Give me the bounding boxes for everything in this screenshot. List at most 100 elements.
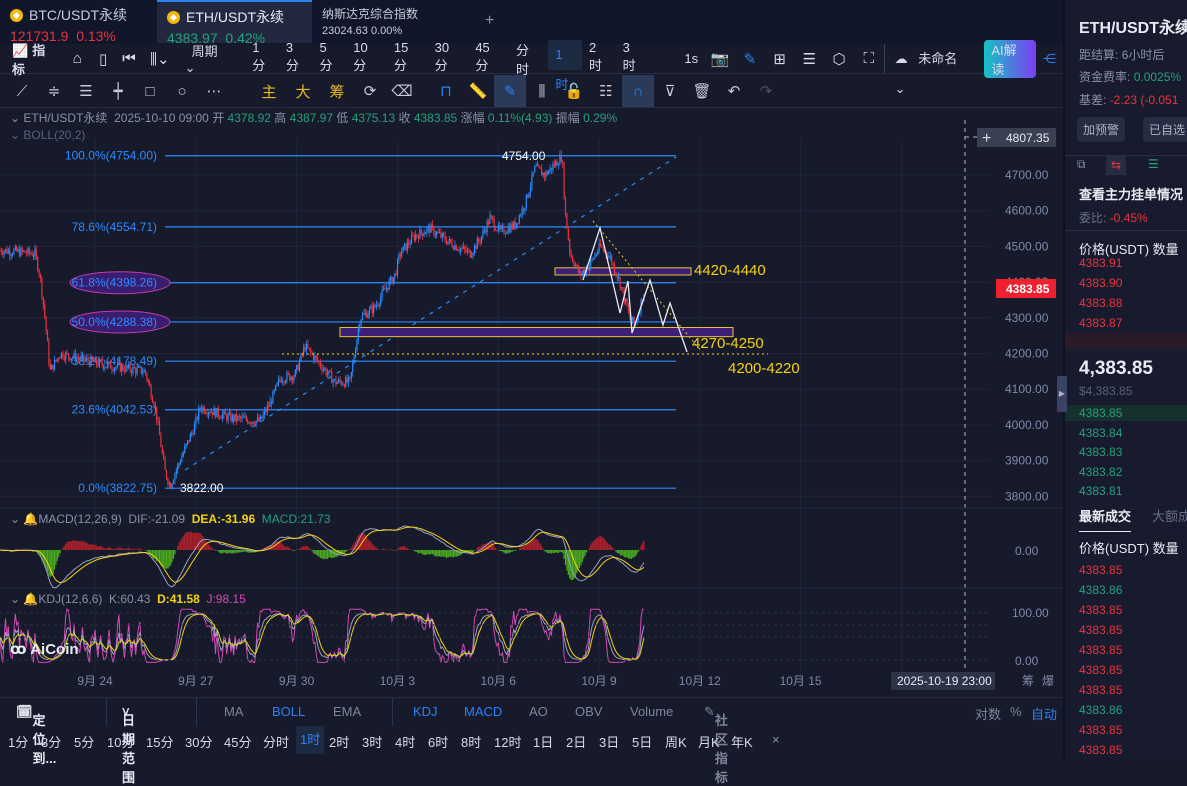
indicator-ema[interactable]: EMA [333,704,361,719]
close-period-bar-button[interactable]: × [772,732,780,747]
period-10分[interactable]: 10分 [346,40,387,78]
tab-latest-trades[interactable]: 最新成交 [1079,506,1132,532]
period-分时[interactable]: 分时 [263,732,289,751]
draw-mode-icon[interactable]: ✎ [494,75,526,107]
parallel-channel-icon[interactable]: ≑ [38,75,70,107]
indicator-kdj[interactable]: KDJ [413,704,438,719]
collapse-icon[interactable]: ⌄ [10,111,20,125]
add-alert-button[interactable]: 加预警 [1077,117,1126,142]
eraser-icon[interactable]: ⌫ [386,75,418,107]
orderbook-bids-icon[interactable]: ☰ [1148,157,1159,171]
more-icon[interactable]: ⋯ [198,75,230,107]
indicators-button[interactable]: 📈 指标 [0,40,64,78]
period-年K[interactable]: 年K [731,732,753,751]
unlock-icon[interactable]: 🔓 [558,75,590,107]
ruler-icon[interactable]: 📏 [462,75,494,107]
period-2时[interactable]: 2时 [329,732,349,751]
expand-panel-handle[interactable]: ▶ [1057,376,1067,412]
chips-button[interactable]: 筹 [320,81,354,102]
period-12时[interactable]: 12时 [494,732,521,751]
period-45分[interactable]: 45分 [224,732,251,751]
tab-btc[interactable]: BTC/USDT永续 121731.9 0.13% [0,0,155,44]
period-3时[interactable]: 3时 [616,40,650,78]
zone-4270-4250[interactable] [339,327,734,338]
period-1分[interactable]: 1分 [8,732,28,751]
period-30分[interactable]: 30分 [185,732,212,751]
period-1时[interactable]: 1时 [296,726,325,754]
kdj-legend[interactable]: ⌄ 🔔KDJ(12,6,6) K:60.43 D:41.58 J:98.15 [10,592,246,606]
period-10分[interactable]: 10分 [107,732,134,751]
trendline-icon[interactable]: ⟋ [6,75,38,107]
layout-name-dropdown[interactable]: ☁ 未命名 ⌄ [883,43,985,96]
period-2日[interactable]: 2日 [566,732,586,751]
rectangle-icon[interactable]: □ [134,75,166,107]
watchlist-button[interactable]: 已自选 [1143,117,1187,142]
period-2时[interactable]: 2时 [582,40,616,78]
period-8时[interactable]: 8时 [461,732,481,751]
popout-icon[interactable]: ⧉ [1077,157,1086,172]
main-force-button[interactable]: 主 [252,81,286,102]
period-45分[interactable]: 45分 [468,40,509,78]
period-3日[interactable]: 3日 [599,732,619,751]
redo-icon[interactable]: ↷ [750,75,782,107]
period-3分[interactable]: 3分 [41,732,61,751]
settings-icon[interactable]: ⬡ [824,43,854,75]
tab-nasdaq[interactable]: 纳斯达克综合指数 23024.63 0.00% [312,0,462,43]
liquidation-axis-button[interactable]: 爆 [1042,674,1054,688]
community-indicators-button[interactable]: ✎ 社区指标 [704,704,728,785]
period-5分[interactable]: 5分 [74,732,94,751]
edit-list-icon[interactable]: ☷ [590,75,622,107]
zone-4420-4440[interactable] [554,267,692,276]
fullscreen-icon[interactable]: ⛶ [854,43,884,75]
indicator-obv[interactable]: OBV [575,704,602,719]
ellipse-icon[interactable]: ○ [166,75,198,107]
bookmark-icon[interactable]: ⊓ [430,75,462,107]
indicator-boll[interactable]: BOLL [272,704,305,719]
tab-large-trades[interactable]: 大额成 [1152,506,1187,525]
period-月K[interactable]: 月K [698,732,720,751]
depth-link[interactable]: 查看主力挂单情况 [1079,184,1183,203]
period-5日[interactable]: 5日 [632,732,652,751]
period-5分[interactable]: 5分 [313,40,347,78]
layout-icon[interactable]: ▯ [90,43,116,75]
date-range-dropdown[interactable]: 日期范围 ˅ [122,704,135,785]
sync-drawing-icon[interactable]: ⟳ [354,75,386,107]
indicator-ao[interactable]: AO [529,704,548,719]
ai-interpret-button[interactable]: AI解读 [984,39,1036,78]
tab-eth[interactable]: ETH/USDT永续 4383.97 0.42% [157,0,312,46]
period-6时[interactable]: 6时 [428,732,448,751]
log-scale-button[interactable]: 对数 [975,704,1001,723]
undo-icon[interactable]: ↶ [718,75,750,107]
filter-icon[interactable]: ⊽ [654,75,686,107]
horizontal-line-icon[interactable]: ┿ [102,75,134,107]
period-1时[interactable]: 1时 [548,39,582,92]
price-chart[interactable]: 100.0%(4754.00) 78.6%(4554.71) 61.8%(4398.… [0,108,1063,697]
period-3分[interactable]: 3分 [279,40,313,78]
period-4时[interactable]: 4时 [395,732,415,751]
period-15分[interactable]: 15分 [146,732,173,751]
period-分时[interactable]: 分时 [509,40,548,78]
chart-type-icon[interactable]: ⫼⌄ [142,43,178,75]
template-icon[interactable]: ⌂ [64,43,90,75]
period-3时[interactable]: 3时 [362,732,382,751]
trend-line[interactable] [184,156,677,471]
macd-legend[interactable]: ⌄ 🔔MACD(12,26,9) DIF:-21.09 DEA:-31.96 M… [10,512,331,526]
orderbook-both-icon[interactable]: ⇆ [1106,155,1127,175]
add-window-icon[interactable]: ⊞ [765,43,795,75]
auto-scale-button[interactable]: 自动 [1031,704,1057,723]
percent-scale-button[interactable]: % [1010,704,1022,719]
locate-button[interactable]: 🗓 定位到... [16,704,56,766]
period-30分[interactable]: 30分 [428,40,469,78]
camera-icon[interactable]: 📷 [705,43,735,75]
fib-lines-icon[interactable]: ☰ [70,75,102,107]
period-15分[interactable]: 15分 [387,40,428,78]
magnet-icon[interactable]: ∩ [622,75,654,107]
replay-icon[interactable]: ⏮ [116,43,142,75]
indicator-ma[interactable]: MA [224,704,244,719]
candle-icon[interactable]: ⫼ [526,75,558,107]
period-1日[interactable]: 1日 [533,732,553,751]
share-icon[interactable]: ⋲ [1036,51,1063,67]
boll-legend[interactable]: ⌄ BOLL(20,2) [10,128,85,142]
indicator-macd[interactable]: MACD [464,704,502,719]
add-tab-button[interactable]: + [485,12,494,30]
